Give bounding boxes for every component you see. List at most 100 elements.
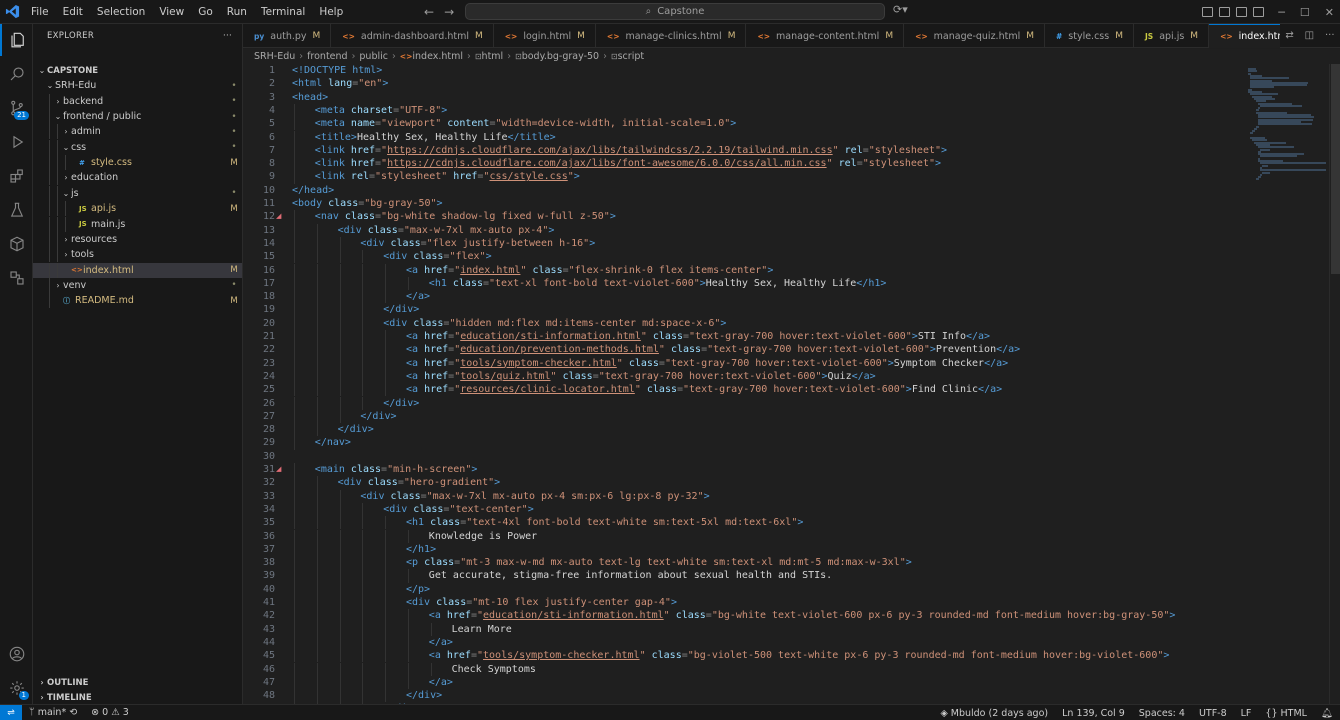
- remote-indicator-icon[interactable]: ⇌: [0, 704, 22, 720]
- code-line[interactable]: <div class="flex">: [383, 250, 491, 263]
- code-line[interactable]: <div class="mt-10 flex justify-center ga…: [406, 596, 677, 609]
- extensions-icon[interactable]: [0, 160, 33, 192]
- more-actions-icon[interactable]: ···: [223, 31, 232, 41]
- testing-icon[interactable]: [0, 194, 33, 226]
- code-line[interactable]: <a href="tools/quiz.html" class="text-gr…: [406, 370, 876, 383]
- menu-go[interactable]: Go: [191, 0, 220, 24]
- breadcrumb-item[interactable]: body.bg-gray-50: [522, 51, 599, 62]
- customize-layout-icon[interactable]: [1202, 7, 1213, 17]
- breadcrumb-item[interactable]: SRH-Edu: [254, 51, 295, 62]
- end-of-line[interactable]: LF: [1234, 708, 1259, 719]
- tree-item[interactable]: ⌄ js •: [33, 185, 242, 201]
- menu-help[interactable]: Help: [312, 0, 350, 24]
- indentation[interactable]: Spaces: 4: [1132, 708, 1192, 719]
- code-line[interactable]: <a href="tools/symptom-checker.html" cla…: [429, 649, 1170, 662]
- code-editor[interactable]: 1 2 3 4 5 6 7 8 9 10 11 12 13 14 15 16 17 18 19 20 21 22 23 24 2…: [243, 64, 1340, 704]
- git-blame[interactable]: ◈ Mbuldo (2 days ago): [933, 708, 1055, 719]
- code-line[interactable]: Get accurate, stigma-free information ab…: [429, 569, 832, 582]
- code-line[interactable]: <div class="hidden md:flex md:items-cent…: [383, 317, 726, 330]
- maximize-icon[interactable]: ☐: [1300, 6, 1310, 19]
- code-line[interactable]: <meta name="viewport" content="width=dev…: [315, 117, 737, 130]
- code-line[interactable]: <p class="mt-3 max-w-md mx-auto text-lg …: [406, 556, 912, 569]
- language-mode[interactable]: {} HTML: [1258, 708, 1314, 719]
- tab-manage-clinics-html[interactable]: <> manage-clinics.html M: [596, 24, 747, 48]
- code-line[interactable]: <!DOCTYPE html>: [292, 64, 382, 77]
- search-view-icon[interactable]: [0, 58, 33, 90]
- explorer-icon[interactable]: [0, 24, 33, 56]
- menu-run[interactable]: Run: [220, 0, 254, 24]
- toggle-primary-sidebar-icon[interactable]: [1219, 7, 1230, 17]
- code-line[interactable]: <a href="index.html" class="flex-shrink-…: [406, 264, 773, 277]
- tree-item[interactable]: › resources: [33, 231, 242, 247]
- tab-admin-dashboard-html[interactable]: <> admin-dashboard.html M: [331, 24, 494, 48]
- code-line[interactable]: <a href="education/sti-information.html"…: [429, 609, 1176, 622]
- accounts-icon[interactable]: [0, 638, 33, 670]
- breadcrumb-item[interactable]: script: [618, 51, 644, 62]
- tree-item[interactable]: › education: [33, 170, 242, 186]
- code-line[interactable]: <div class="text-center">: [383, 503, 534, 516]
- code-line[interactable]: </p>: [406, 583, 430, 596]
- copilot-icon[interactable]: ⟳▾: [893, 3, 908, 16]
- code-line[interactable]: <head>: [292, 91, 328, 104]
- back-arrow-icon[interactable]: ←: [424, 5, 434, 19]
- code-line[interactable]: <div class="max-w-7xl mx-auto px-4">: [338, 224, 555, 237]
- branch-indicator[interactable]: ᛘ main* ⟲: [22, 707, 84, 718]
- tab-auth-py[interactable]: py auth.py M: [243, 24, 332, 48]
- code-line[interactable]: Knowledge is Power: [429, 530, 537, 543]
- tree-item[interactable]: › admin •: [33, 124, 242, 140]
- split-editor-icon[interactable]: ◫: [1305, 30, 1314, 41]
- outline-section[interactable]: › OUTLINE: [33, 675, 242, 690]
- forward-arrow-icon[interactable]: →: [444, 5, 454, 19]
- menu-edit[interactable]: Edit: [56, 0, 90, 24]
- code-line[interactable]: <a href="resources/clinic-locator.html" …: [406, 383, 1002, 396]
- menu-file[interactable]: File: [24, 0, 56, 24]
- code-line[interactable]: <link href="https://cdnjs.cloudflare.com…: [315, 144, 947, 157]
- code-line[interactable]: <html lang="en">: [292, 77, 388, 90]
- tab-api-js[interactable]: JS api.js M: [1134, 24, 1210, 48]
- code-line[interactable]: </a>: [429, 636, 453, 649]
- tab-style-css[interactable]: # style.css M: [1045, 24, 1134, 48]
- more-editor-actions-icon[interactable]: ···: [1325, 30, 1335, 41]
- tab-manage-content-html[interactable]: <> manage-content.html M: [746, 24, 905, 48]
- tree-item[interactable]: › tools: [33, 247, 242, 263]
- code-line[interactable]: <a href="education/sti-information.html"…: [406, 330, 990, 343]
- code-line[interactable]: </div>: [383, 397, 419, 410]
- tree-item[interactable]: ⓘ README.md M: [33, 293, 242, 309]
- tree-item[interactable]: ⌄ SRH-Edu •: [33, 78, 242, 93]
- toggle-panel-icon[interactable]: [1236, 7, 1247, 17]
- code-line[interactable]: <meta charset="UTF-8">: [315, 104, 448, 117]
- breadcrumb-item[interactable]: frontend: [307, 51, 348, 62]
- tree-item[interactable]: ⌄ css •: [33, 139, 242, 155]
- tab-manage-quiz-html[interactable]: <> manage-quiz.html M: [904, 24, 1045, 48]
- minimap[interactable]: [1248, 64, 1328, 284]
- remote-explorer-icon[interactable]: [0, 228, 33, 260]
- tree-item[interactable]: <> index.html M: [33, 262, 242, 278]
- run-debug-icon[interactable]: [0, 126, 33, 158]
- menu-view[interactable]: View: [152, 0, 191, 24]
- tree-item[interactable]: › backend •: [33, 93, 242, 109]
- tab-login-html[interactable]: <> login.html M: [494, 24, 596, 48]
- toggle-secondary-sidebar-icon[interactable]: [1253, 7, 1264, 17]
- code-line[interactable]: </a>: [429, 676, 453, 689]
- code-line[interactable]: <div class="flex justify-between h-16">: [360, 237, 595, 250]
- code-line[interactable]: </h1>: [406, 543, 436, 556]
- code-line[interactable]: </div>: [406, 689, 442, 702]
- menu-terminal[interactable]: Terminal: [254, 0, 312, 24]
- manage-gear-icon[interactable]: 1: [0, 672, 33, 704]
- code-line[interactable]: <div class="max-w-7xl mx-auto px-4 sm:px…: [360, 490, 709, 503]
- code-line[interactable]: </div>: [338, 423, 374, 436]
- code-line[interactable]: <div class="hero-gradient">: [338, 476, 501, 489]
- tree-item[interactable]: JS api.js M: [33, 201, 242, 217]
- cursor-position[interactable]: Ln 139, Col 9: [1055, 708, 1132, 719]
- code-line[interactable]: <a href="tools/symptom-checker.html" cla…: [406, 357, 1008, 370]
- source-control-icon[interactable]: 21: [0, 92, 33, 124]
- problems-indicator[interactable]: ⊗ 0 ⚠ 3: [84, 707, 136, 718]
- breadcrumb-item[interactable]: index.html: [412, 51, 463, 62]
- code-line[interactable]: Learn More: [452, 623, 512, 636]
- breadcrumb-item[interactable]: public: [359, 51, 388, 62]
- timeline-section[interactable]: › TIMELINE: [33, 690, 242, 705]
- code-line[interactable]: </nav>: [315, 436, 351, 449]
- code-line[interactable]: <main class="min-h-screen">: [315, 463, 478, 476]
- breadcrumb-item[interactable]: html: [482, 51, 504, 62]
- code-line[interactable]: </head>: [292, 184, 334, 197]
